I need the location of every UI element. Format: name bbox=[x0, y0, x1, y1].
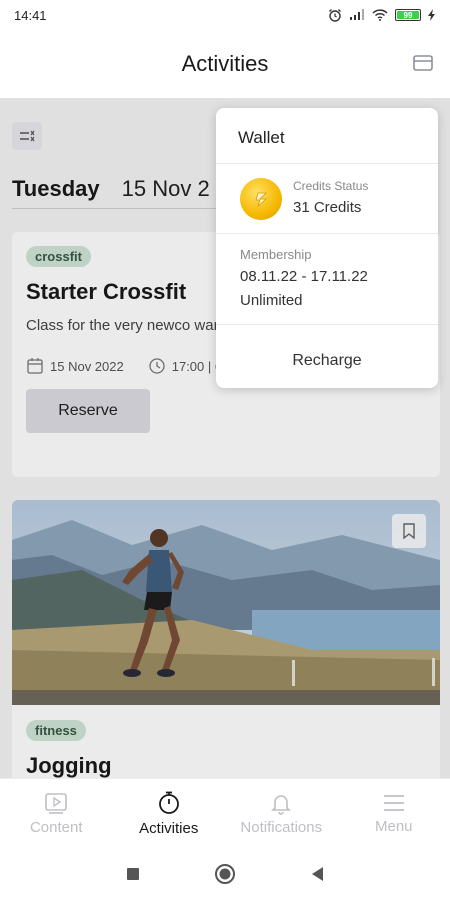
membership-label: Membership bbox=[240, 247, 312, 262]
nav-label-activities: Activities bbox=[139, 820, 199, 837]
play-icon bbox=[45, 793, 68, 814]
charging-icon bbox=[428, 9, 435, 21]
page-title: Activities bbox=[181, 51, 269, 76]
square-icon bbox=[127, 868, 139, 880]
nav-content[interactable]: Content bbox=[0, 779, 113, 848]
recents-button[interactable] bbox=[122, 863, 144, 885]
nav-menu[interactable]: Menu bbox=[338, 779, 450, 848]
nav-notifications[interactable]: Notifications bbox=[225, 779, 338, 848]
battery-level: 99 bbox=[403, 10, 413, 20]
wifi-icon bbox=[372, 9, 388, 21]
menu-icon bbox=[383, 795, 404, 811]
credits-status-label: Credits Status bbox=[293, 179, 369, 193]
triangle-back-icon bbox=[312, 867, 323, 881]
status-icons: 99 bbox=[328, 8, 436, 22]
divider bbox=[216, 324, 438, 325]
membership-dates: 08.11.22 - 17.11.22 bbox=[240, 268, 368, 285]
stopwatch-icon bbox=[158, 791, 179, 814]
nav-activities[interactable]: Activities bbox=[113, 779, 226, 848]
card-icon[interactable] bbox=[412, 52, 434, 74]
system-navigation bbox=[0, 848, 450, 900]
credits-value: 31 Credits bbox=[293, 199, 362, 216]
coin-icon bbox=[240, 178, 282, 220]
alarm-icon bbox=[329, 9, 341, 22]
status-bar: 14:41 99 bbox=[0, 0, 450, 30]
bottom-navigation: Content Activities Notifications Menu bbox=[0, 778, 450, 848]
membership-type: Unlimited bbox=[240, 292, 303, 309]
battery-icon: 99 bbox=[395, 9, 421, 21]
app-header: Activities bbox=[0, 30, 450, 98]
signal-icon bbox=[350, 9, 364, 20]
circle-icon bbox=[215, 864, 235, 884]
recharge-button[interactable]: Recharge bbox=[216, 338, 438, 384]
wallet-title: Wallet bbox=[238, 128, 285, 147]
nav-label-menu: Menu bbox=[374, 818, 413, 835]
status-time: 14:41 bbox=[14, 7, 47, 23]
divider bbox=[216, 163, 438, 164]
divider bbox=[216, 233, 438, 234]
home-button[interactable] bbox=[214, 863, 236, 885]
bell-icon bbox=[271, 795, 292, 815]
nav-label-content: Content bbox=[29, 819, 83, 836]
back-button[interactable] bbox=[306, 863, 328, 885]
nav-label-notifications: Notifications bbox=[240, 819, 323, 836]
wallet-popover: Wallet Credits Status 31 Credits Members… bbox=[216, 108, 438, 388]
